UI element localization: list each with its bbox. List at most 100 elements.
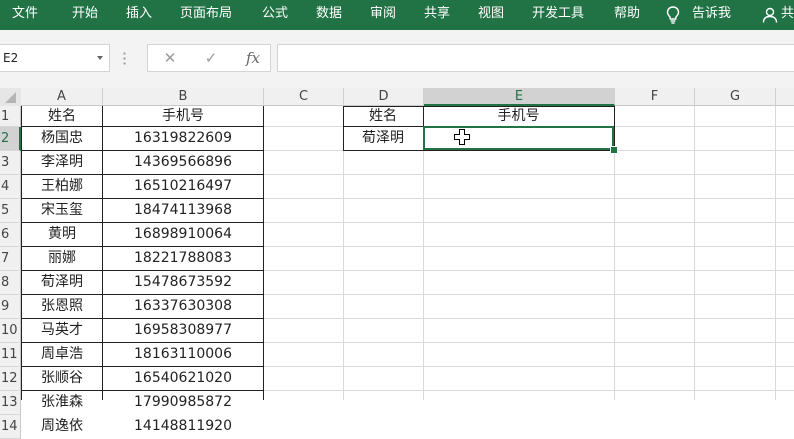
tab-formulas[interactable]: 公式 [262, 0, 288, 30]
table-cell-name[interactable]: 马英才 [21, 318, 103, 342]
tab-share[interactable]: 共享 [424, 0, 450, 30]
table-cell-phone[interactable]: 18221788083 [103, 246, 263, 270]
table-header-name[interactable]: 姓名 [21, 106, 103, 126]
table-cell-phone[interactable]: 18474113968 [103, 198, 263, 222]
table-cell-name[interactable]: 张恩照 [21, 294, 103, 318]
tab-insert[interactable]: 插入 [126, 0, 152, 30]
cancel-icon[interactable]: ✕ [159, 45, 181, 71]
table-cell-phone[interactable]: 16898910064 [103, 222, 263, 246]
lookup-border [614, 106, 615, 150]
table-border [21, 342, 264, 343]
worksheet-grid[interactable]: A B C D E F G 1 2 3 4 5 6 7 8 9 10 11 12… [0, 88, 794, 439]
column-header-g[interactable]: G [695, 88, 776, 106]
table-cell-name[interactable]: 王柏娜 [21, 174, 103, 198]
table-border [21, 246, 264, 247]
table-cell-phone[interactable]: 17990985872 [103, 390, 263, 414]
lookup-header-phone[interactable]: 手机号 [423, 106, 614, 126]
tab-review[interactable]: 审阅 [370, 0, 396, 30]
column-header-d[interactable]: D [344, 88, 424, 106]
table-cell-phone[interactable]: 16540621020 [103, 366, 263, 390]
table-border [21, 294, 264, 295]
lookup-border [343, 150, 615, 151]
formula-buttons: ✕ ✓ fx [147, 44, 271, 72]
table-cell-name[interactable]: 荀泽明 [21, 270, 103, 294]
cell-cursor-icon [454, 129, 470, 145]
column-header-b[interactable]: B [103, 88, 264, 106]
table-cell-phone[interactable]: 14369566896 [103, 150, 263, 174]
row-header-12[interactable]: 12 [0, 367, 21, 391]
table-cell-name[interactable]: 黄明 [21, 222, 103, 246]
table-cell-phone[interactable]: 15478673592 [103, 270, 263, 294]
table-border [21, 366, 264, 367]
insert-function-icon[interactable]: fx [240, 45, 266, 71]
row-header-8[interactable]: 8 [0, 271, 21, 295]
table-border [21, 390, 264, 391]
formula-input[interactable] [277, 44, 794, 72]
tab-view[interactable]: 视图 [478, 0, 504, 30]
formula-bar: E2 ✕ ✓ fx [0, 30, 794, 88]
table-border [21, 126, 264, 127]
tab-data[interactable]: 数据 [316, 0, 342, 30]
user-icon[interactable] [762, 7, 778, 23]
fill-handle[interactable] [610, 146, 618, 154]
lightbulb-icon[interactable] [666, 6, 680, 24]
tell-me-search[interactable]: 告诉我 [692, 0, 731, 30]
column-header-f[interactable]: F [615, 88, 695, 106]
tab-file[interactable]: 文件 [12, 0, 38, 30]
column-header-h[interactable] [776, 88, 794, 106]
name-box-value: E2 [3, 51, 19, 65]
table-border [21, 174, 264, 175]
column-header-a[interactable]: A [21, 88, 103, 106]
table-border [21, 198, 264, 199]
row-header-14[interactable]: 14 [0, 415, 21, 439]
lookup-header-name[interactable]: 姓名 [343, 106, 423, 126]
table-border [21, 270, 264, 271]
table-cell-phone[interactable]: 16319822609 [103, 126, 263, 150]
column-header-e[interactable]: E [424, 88, 615, 106]
tab-page-layout[interactable]: 页面布局 [180, 0, 232, 30]
select-all-button[interactable] [0, 88, 21, 106]
name-box[interactable]: E2 [0, 44, 110, 72]
tab-home[interactable]: 开始 [72, 0, 98, 30]
lookup-border [343, 106, 344, 150]
row-header-9[interactable]: 9 [0, 295, 21, 319]
share-button[interactable]: 共 [781, 0, 794, 30]
row-header-10[interactable]: 10 [0, 319, 21, 343]
row-header-6[interactable]: 6 [0, 223, 21, 247]
row-header-1[interactable]: 1 [0, 106, 21, 127]
lookup-border [343, 106, 615, 107]
table-cell-name[interactable]: 杨国忠 [21, 126, 103, 150]
table-cell-phone[interactable]: 16958308977 [103, 318, 263, 342]
row-header-3[interactable]: 3 [0, 151, 21, 175]
table-cell-name[interactable]: 张淮森 [21, 390, 103, 414]
grip-dots-icon[interactable] [123, 51, 126, 65]
row-header-7[interactable]: 7 [0, 247, 21, 271]
row-header-4[interactable]: 4 [0, 175, 21, 199]
row-header-2[interactable]: 2 [0, 127, 21, 151]
row-header-5[interactable]: 5 [0, 199, 21, 223]
enter-icon[interactable]: ✓ [200, 45, 222, 71]
tab-developer[interactable]: 开发工具 [532, 0, 584, 30]
row-header-11[interactable]: 11 [0, 343, 21, 367]
table-cell-name[interactable]: 李泽明 [21, 150, 103, 174]
table-header-phone[interactable]: 手机号 [103, 106, 263, 126]
table-cell-name[interactable]: 丽娜 [21, 246, 103, 270]
tab-help[interactable]: 帮助 [614, 0, 640, 30]
table-border [21, 318, 264, 319]
table-cell-name[interactable]: 宋玉玺 [21, 198, 103, 222]
table-cell-name[interactable]: 周卓浩 [21, 342, 103, 366]
column-header-c[interactable]: C [264, 88, 344, 106]
lookup-name-cell[interactable]: 荀泽明 [343, 126, 423, 150]
table-cell-name[interactable]: 张顺谷 [21, 366, 103, 390]
row-header-13[interactable]: 13 [0, 391, 21, 415]
table-border [21, 222, 264, 223]
ribbon-bar: 文件 开始 插入 页面布局 公式 数据 审阅 共享 视图 开发工具 帮助 告诉我… [0, 0, 794, 30]
active-cell-selection[interactable] [423, 126, 614, 150]
table-cell-phone[interactable]: 16510216497 [103, 174, 263, 198]
select-all-triangle-icon [5, 92, 16, 103]
table-cell-phone[interactable]: 18163110006 [103, 342, 263, 366]
table-cell-phone[interactable]: 16337630308 [103, 294, 263, 318]
chevron-down-icon[interactable] [97, 56, 103, 60]
table-cell-phone[interactable]: 14148811920 [103, 414, 263, 438]
table-cell-name[interactable]: 周逸依 [21, 414, 103, 438]
